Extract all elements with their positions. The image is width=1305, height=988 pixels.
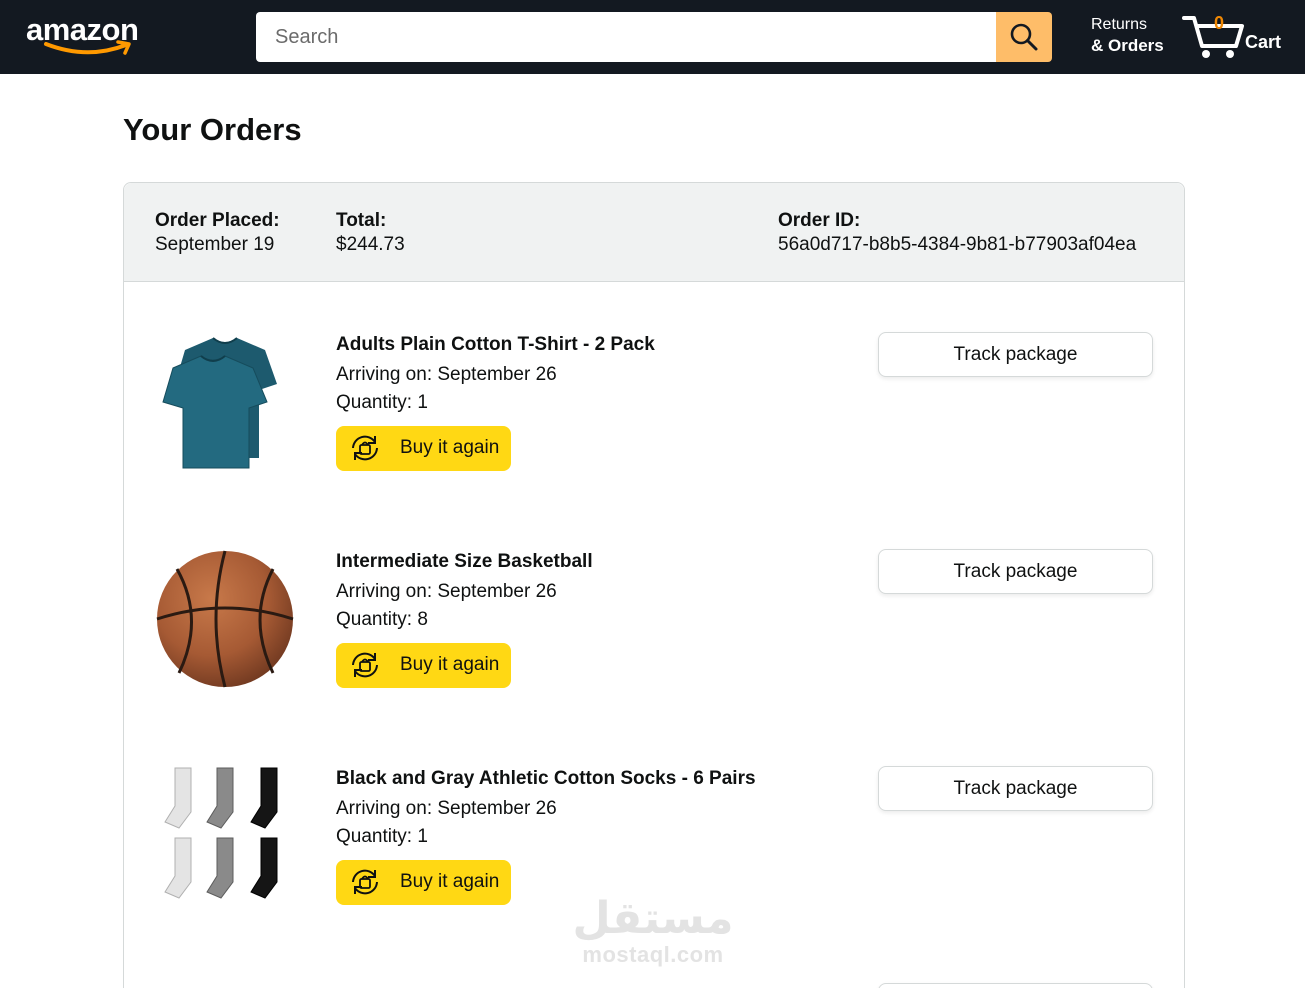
item-quantity: Quantity: 1 xyxy=(336,826,428,847)
watermark-latin: mostaql.com xyxy=(582,942,724,967)
item-name[interactable]: Intermediate Size Basketball xyxy=(336,551,593,573)
order-total: Total: $244.73 xyxy=(336,209,405,257)
order-item: Adults Plain Cotton T-Shirt - 2 Pack Arr… xyxy=(124,332,1184,492)
buy-again-icon xyxy=(352,652,378,678)
order-header: Order Placed: September 19 Total: $244.7… xyxy=(124,183,1184,282)
item-quantity: Quantity: 8 xyxy=(336,609,428,630)
cart-count-badge: 0 xyxy=(1213,13,1224,33)
logo-smile-icon xyxy=(44,40,131,55)
cart-label: Cart xyxy=(1245,32,1282,52)
order-total-value: $244.73 xyxy=(336,234,405,255)
order-id-label: Order ID: xyxy=(778,210,861,231)
page-title: Your Orders xyxy=(123,112,302,147)
buy-again-label: Buy it again xyxy=(400,654,500,675)
watermark-arabic: مستقل xyxy=(572,893,734,944)
orders-label: & Orders xyxy=(1091,36,1164,55)
order-placed-label: Order Placed: xyxy=(155,210,280,231)
buy-again-button[interactable]: Buy it again xyxy=(336,860,511,905)
buy-again-button[interactable]: Buy it again xyxy=(336,426,511,471)
item-arrival-date: Arriving on: September 26 xyxy=(336,364,557,385)
track-package-button-partial[interactable] xyxy=(878,983,1153,988)
cart-link[interactable]: 0 Cart xyxy=(1182,12,1292,62)
search-button[interactable] xyxy=(996,12,1052,62)
track-package-button[interactable]: Track package xyxy=(878,332,1153,377)
item-name[interactable]: Adults Plain Cotton T-Shirt - 2 Pack xyxy=(336,334,655,356)
item-quantity: Quantity: 1 xyxy=(336,392,428,413)
top-nav-bar: amazon Returns & Orders 0 Cart xyxy=(0,0,1305,74)
search-icon xyxy=(1010,23,1038,51)
order-item: Intermediate Size Basketball Arriving on… xyxy=(124,549,1184,709)
watermark: مستقل mostaql.com xyxy=(568,893,738,973)
item-name[interactable]: Black and Gray Athletic Cotton Socks - 6… xyxy=(336,768,756,790)
tshirt-image xyxy=(162,337,277,469)
order-total-label: Total: xyxy=(336,210,387,231)
buy-again-icon xyxy=(352,435,378,461)
order-placed-value: September 19 xyxy=(155,234,275,255)
basketball-image xyxy=(156,550,294,688)
returns-label: Returns xyxy=(1091,16,1148,33)
socks-image xyxy=(164,767,278,899)
search-input[interactable] xyxy=(256,12,996,62)
buy-again-label: Buy it again xyxy=(400,871,500,892)
item-arrival-date: Arriving on: September 26 xyxy=(336,798,557,819)
amazon-logo[interactable]: amazon xyxy=(26,10,156,60)
buy-again-icon xyxy=(352,869,378,895)
order-id-value: 56a0d717-b8b5-4384-9b81-b77903af04ea xyxy=(778,234,1137,255)
returns-orders-link[interactable]: Returns & Orders xyxy=(1091,14,1164,56)
order-card: Order Placed: September 19 Total: $244.7… xyxy=(123,182,1185,988)
item-arrival-date: Arriving on: September 26 xyxy=(336,581,557,602)
buy-again-button[interactable]: Buy it again xyxy=(336,643,511,688)
order-id: Order ID: 56a0d717-b8b5-4384-9b81-b77903… xyxy=(778,209,1136,257)
order-placed: Order Placed: September 19 xyxy=(155,209,280,257)
track-package-button[interactable]: Track package xyxy=(878,549,1153,594)
track-package-button[interactable]: Track package xyxy=(878,766,1153,811)
search-bar xyxy=(256,12,1052,62)
buy-again-label: Buy it again xyxy=(400,437,500,458)
